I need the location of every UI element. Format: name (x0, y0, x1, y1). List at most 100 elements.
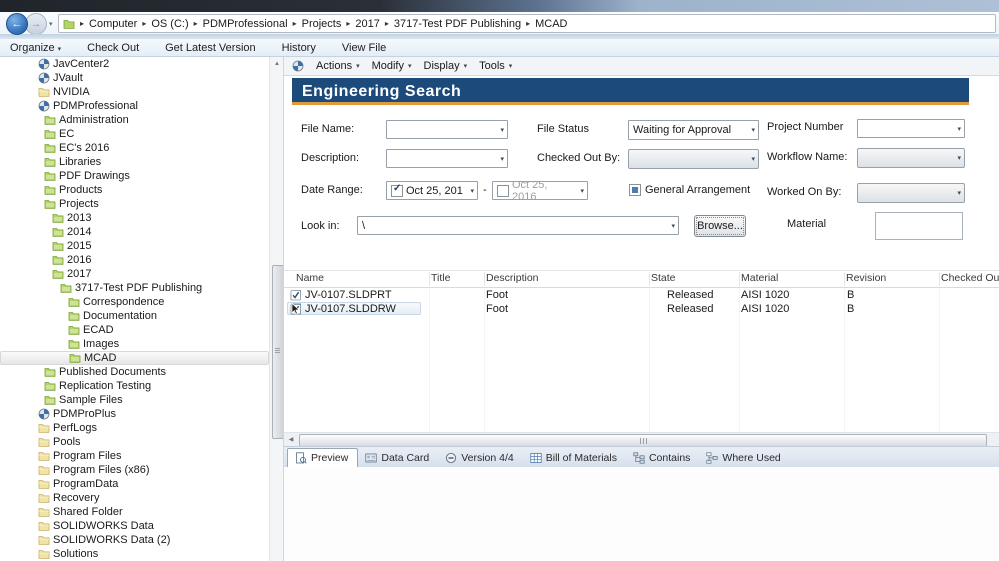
project-number-combobox[interactable]: ▾ (857, 119, 965, 138)
menu-actions[interactable]: Actions ▾ (316, 60, 360, 72)
forward-button[interactable]: → (25, 13, 47, 35)
result-row[interactable]: JV-0107.SLDDRW Foot Released AISI 1020 B (284, 302, 999, 316)
folder-yellow-icon (38, 450, 50, 462)
tree-item-2013[interactable]: 2013 (0, 211, 269, 225)
column-header-checked-out-by[interactable]: Checked Out By (941, 272, 999, 284)
menu-modify[interactable]: Modify ▾ (372, 60, 412, 72)
tree-item-2017[interactable]: 2017 (0, 267, 269, 281)
tree-item-ecad[interactable]: ECAD (0, 323, 269, 337)
tree-item-recovery[interactable]: Recovery (0, 491, 269, 505)
tree-item-solutions[interactable]: Solutions (0, 547, 269, 561)
menu-display[interactable]: Display ▾ (424, 60, 468, 72)
chevron-down-icon: ▾ (463, 63, 468, 70)
tree-item-published-documents[interactable]: Published Documents (0, 365, 269, 379)
general-arrangement-checkbox[interactable] (629, 184, 641, 196)
breadcrumb-item[interactable]: MCAD (535, 18, 567, 30)
tree-item-3717-test-pdf-publishing[interactable]: 3717-Test PDF Publishing (0, 281, 269, 295)
command-toolbar: Organize ▾ Check Out Get Latest Version Hist… (0, 39, 999, 57)
tree-item-correspondence[interactable]: Correspondence (0, 295, 269, 309)
tree-item-programdata[interactable]: ProgramData (0, 477, 269, 491)
worked-on-by-dropdown[interactable]: ▾ (857, 183, 965, 203)
toolbar-button-organize[interactable]: Organize ▾ (10, 42, 61, 54)
tree-item-perflogs[interactable]: PerfLogs (0, 421, 269, 435)
breadcrumb-item[interactable]: Computer (89, 18, 137, 30)
tree-item-solidworks-data-2-[interactable]: SOLIDWORKS Data (2) (0, 533, 269, 547)
history-dropdown-icon[interactable]: ▾ (49, 20, 53, 28)
tree-item-projects[interactable]: Projects (0, 197, 269, 211)
breadcrumb-item[interactable]: OS (C:) (151, 18, 188, 30)
breadcrumb-item[interactable]: 2017 (355, 18, 379, 30)
tree-item-label: Pools (53, 436, 81, 448)
date-to-picker[interactable]: Oct 25, 2016 ▾ (492, 181, 588, 200)
toolbar-button-check-out[interactable]: Check Out (87, 42, 139, 54)
scrollbar-left-arrow-icon[interactable]: ◀ (284, 433, 298, 446)
tree-item-2014[interactable]: 2014 (0, 225, 269, 239)
result-row[interactable]: JV-0107.SLDPRT Foot Released AISI 1020 B (284, 288, 999, 302)
tree-item-2015[interactable]: 2015 (0, 239, 269, 253)
tab-bill-of-materials[interactable]: Bill of Materials (523, 449, 626, 467)
tree-item-program-files[interactable]: Program Files (0, 449, 269, 463)
back-button[interactable]: ← (6, 13, 28, 35)
tree-item-administration[interactable]: Administration (0, 113, 269, 127)
tree-item-ec[interactable]: EC (0, 127, 269, 141)
tree-item-pdf-drawings[interactable]: PDF Drawings (0, 169, 269, 183)
breadcrumb-item[interactable]: PDMProfessional (203, 18, 288, 30)
tree-item-mcad[interactable]: MCAD (0, 351, 269, 365)
toolbar-button-get-latest-version[interactable]: Get Latest Version (165, 42, 256, 54)
checked-out-by-dropdown[interactable]: ▾ (628, 149, 759, 169)
tree-item-label: Solutions (53, 548, 99, 560)
column-header-title[interactable]: Title (431, 272, 450, 284)
cell-description: Foot (486, 303, 509, 315)
tree-scrollbar[interactable]: ▲ (269, 57, 284, 561)
column-header-description[interactable]: Description (486, 272, 539, 284)
date-from-picker[interactable]: Oct 25, 201▾ (386, 181, 478, 200)
address-bar[interactable]: ▸ Computer ▸ OS (C:) ▸ PDMProfessional ▸ Projec… (58, 14, 996, 33)
date-to-checkbox[interactable] (497, 184, 509, 197)
folder-yellow-icon (38, 478, 50, 490)
file-name-combobox[interactable]: ▾ (386, 120, 508, 139)
tree-item-documentation[interactable]: Documentation (0, 309, 269, 323)
tree-item-2016[interactable]: 2016 (0, 253, 269, 267)
column-header-state[interactable]: State (651, 272, 676, 284)
tree-item-libraries[interactable]: Libraries (0, 155, 269, 169)
browse-button[interactable]: Browse... (694, 215, 746, 237)
menu-tools[interactable]: Tools ▾ (479, 60, 512, 72)
tree-item-pools[interactable]: Pools (0, 435, 269, 449)
folder-green-icon (44, 114, 56, 126)
results-horizontal-scrollbar[interactable]: ◀ (284, 432, 999, 447)
tree-item-jvault[interactable]: JVault (0, 71, 269, 85)
tree-item-pdmprofessional[interactable]: PDMProfessional (0, 99, 269, 113)
column-header-material[interactable]: Material (741, 272, 778, 284)
tree-item-program-files-x86-[interactable]: Program Files (x86) (0, 463, 269, 477)
tree-item-ec-s-2016[interactable]: EC's 2016 (0, 141, 269, 155)
breadcrumb-item[interactable]: Projects (302, 18, 342, 30)
file-status-dropdown[interactable]: Waiting for Approval ▾ (628, 120, 759, 140)
tree-item-pdmproplus[interactable]: PDMProPlus (0, 407, 269, 421)
breadcrumb-item[interactable]: 3717-Test PDF Publishing (394, 18, 521, 30)
scrollbar-up-arrow-icon[interactable]: ▲ (270, 57, 284, 70)
date-from-checkbox[interactable] (391, 183, 403, 197)
tree-item-shared-folder[interactable]: Shared Folder (0, 505, 269, 519)
column-header-revision[interactable]: Revision (846, 272, 886, 284)
toolbar-button-history[interactable]: History (282, 42, 316, 54)
tab-data-card[interactable]: Data Card (358, 449, 438, 467)
tree-item-products[interactable]: Products (0, 183, 269, 197)
tab-version-4-4[interactable]: Version 4/4 (438, 449, 523, 467)
tree-item-sample-files[interactable]: Sample Files (0, 393, 269, 407)
tree-item-javcenter2[interactable]: JavCenter2 (0, 57, 269, 71)
tree-item-nvidia[interactable]: NVIDIA (0, 85, 269, 99)
tab-where-used[interactable]: Where Used (699, 449, 789, 467)
tree-item-images[interactable]: Images (0, 337, 269, 351)
tree-item-label: Projects (59, 198, 99, 210)
results-grid-body[interactable]: JV-0107.SLDPRT Foot Released AISI 1020 B JV-0… (284, 288, 999, 433)
workflow-name-dropdown[interactable]: ▾ (857, 148, 965, 168)
look-in-combobox[interactable]: \ ▾ (357, 216, 679, 235)
description-combobox[interactable]: ▾ (386, 149, 508, 168)
tree-item-solidworks-data[interactable]: SOLIDWORKS Data (0, 519, 269, 533)
tab-preview[interactable]: Preview (287, 448, 359, 467)
tree-item-replication-testing[interactable]: Replication Testing (0, 379, 269, 393)
column-header-name[interactable]: Name (296, 272, 324, 284)
material-input[interactable] (875, 212, 963, 240)
toolbar-button-view-file[interactable]: View File (342, 42, 386, 54)
tab-contains[interactable]: Contains (626, 449, 699, 467)
